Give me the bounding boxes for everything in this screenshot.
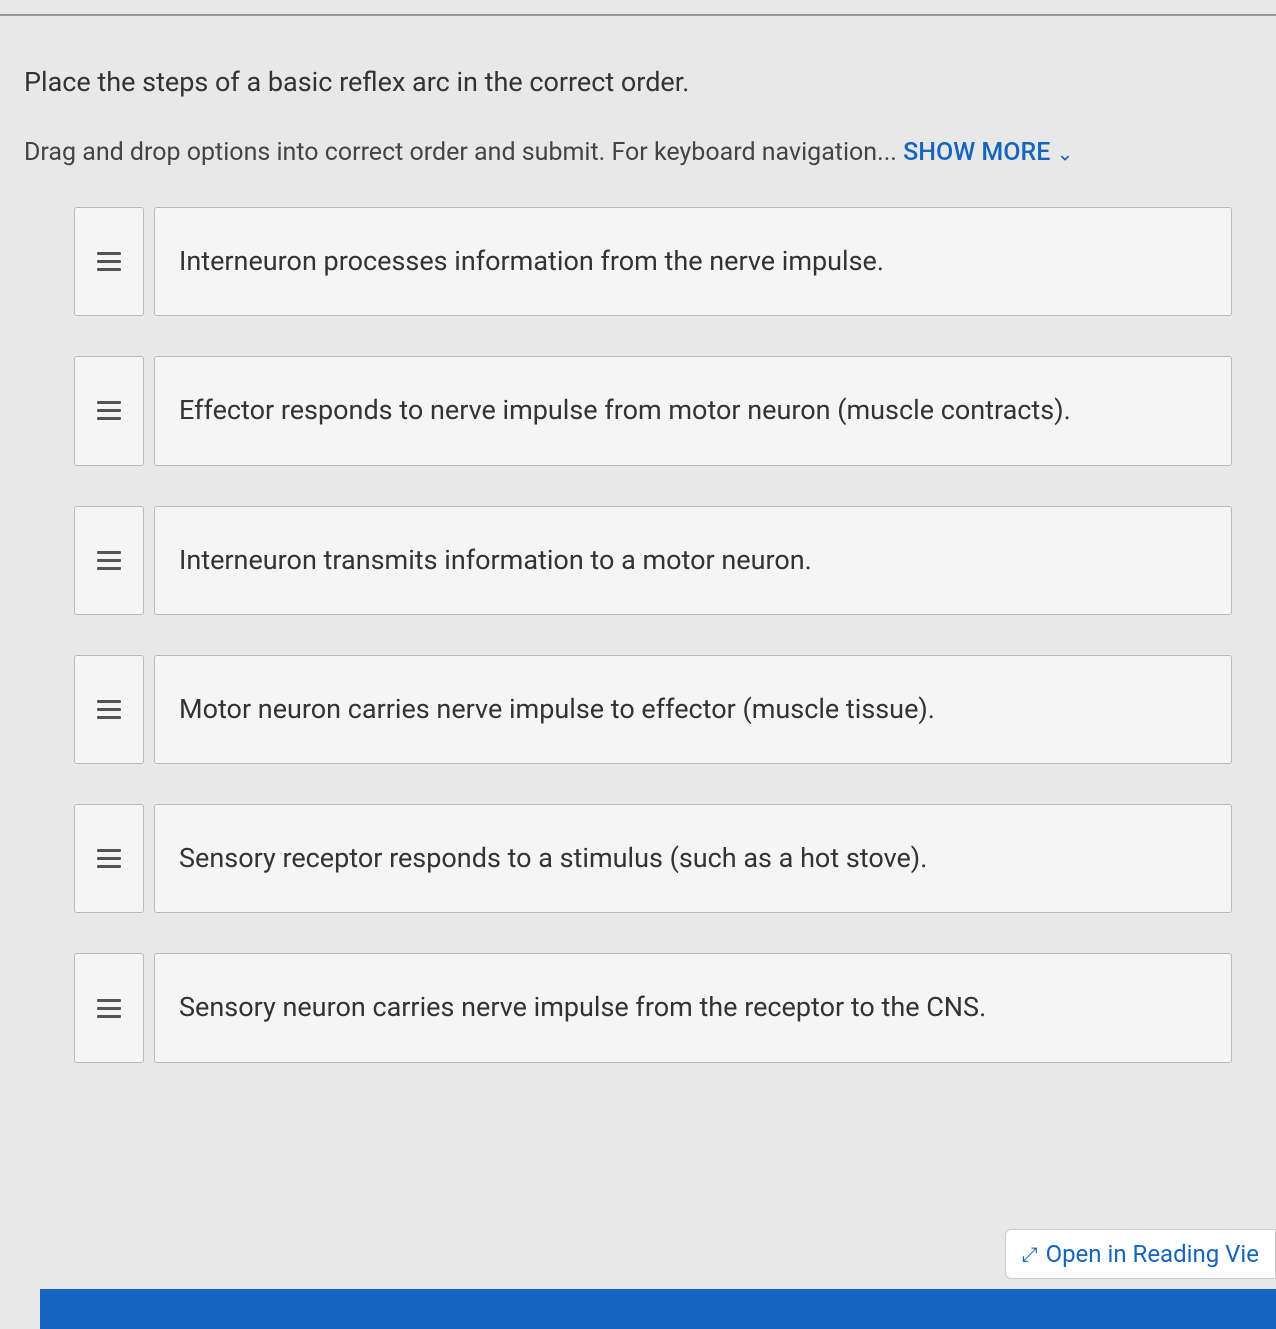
drag-item[interactable]: Sensory neuron carries nerve impulse fro… [74,953,1232,1062]
instructions-prefix: Drag and drop options into correct order… [24,138,903,167]
drag-handle[interactable] [74,655,144,764]
chevron-down-icon: ⌄ [1057,141,1074,165]
expand-icon: ⤢ [1022,1242,1038,1266]
show-more-link[interactable]: SHOW MORE ⌄ [903,138,1073,167]
drag-items-container: Interneuron processes information from t… [24,207,1252,1063]
question-title: Place the steps of a basic reflex arc in… [24,66,1252,98]
drag-handle-icon [97,700,121,719]
instructions-text: Drag and drop options into correct order… [24,138,1252,167]
drag-handle-icon [97,252,121,271]
drag-handle[interactable] [74,356,144,465]
drag-item[interactable]: Effector responds to nerve impulse from … [74,356,1232,465]
drag-handle-icon [97,999,121,1018]
drag-item[interactable]: Sensory receptor responds to a stimulus … [74,804,1232,913]
drag-item[interactable]: Motor neuron carries nerve impulse to ef… [74,655,1232,764]
drag-handle-icon [97,849,121,868]
reading-view-label: Open in Reading Vie [1046,1240,1259,1268]
drag-item-text: Effector responds to nerve impulse from … [154,356,1232,465]
drag-handle[interactable] [74,506,144,615]
bottom-bar [40,1289,1276,1329]
drag-item-text: Interneuron transmits information to a m… [154,506,1232,615]
top-divider [0,14,1276,16]
drag-handle[interactable] [74,207,144,316]
drag-item[interactable]: Interneuron processes information from t… [74,207,1232,316]
drag-item-text: Motor neuron carries nerve impulse to ef… [154,655,1232,764]
show-more-label: SHOW MORE [903,138,1050,167]
drag-handle[interactable] [74,953,144,1062]
drag-handle[interactable] [74,804,144,913]
drag-item[interactable]: Interneuron transmits information to a m… [74,506,1232,615]
drag-handle-icon [97,401,121,420]
drag-item-text: Sensory neuron carries nerve impulse fro… [154,953,1232,1062]
drag-handle-icon [97,551,121,570]
drag-item-text: Sensory receptor responds to a stimulus … [154,804,1232,913]
open-reading-view-button[interactable]: ⤢ Open in Reading Vie [1005,1229,1276,1279]
question-content: Place the steps of a basic reflex arc in… [0,66,1276,1063]
drag-item-text: Interneuron processes information from t… [154,207,1232,316]
